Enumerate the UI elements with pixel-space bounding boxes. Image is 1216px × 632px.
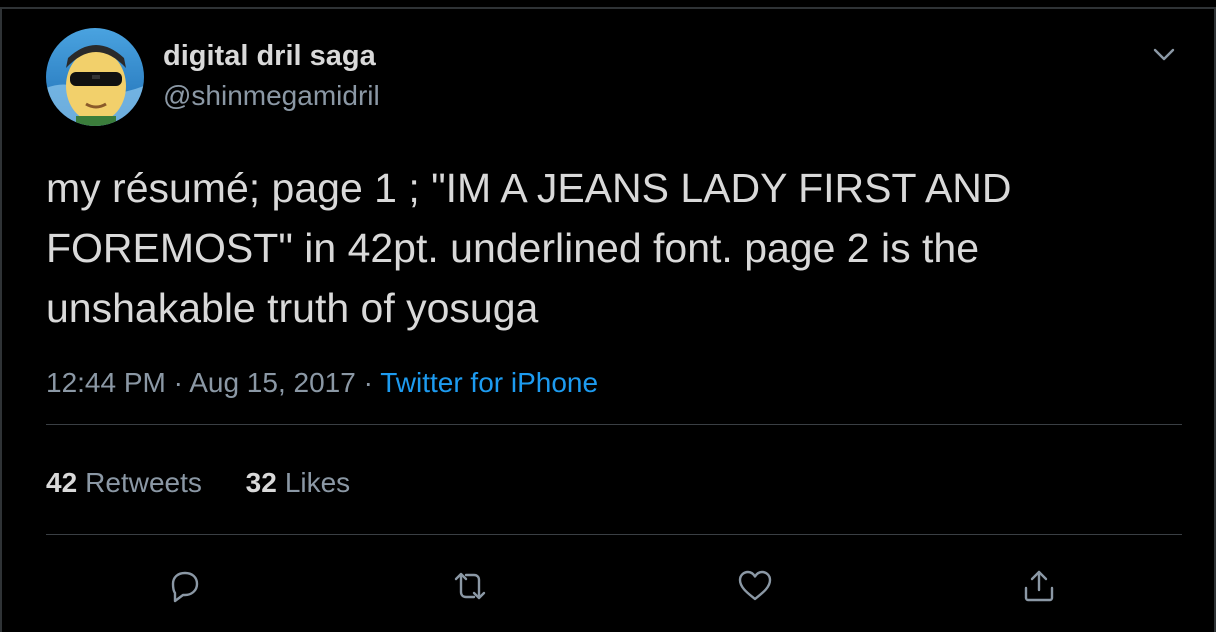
retweets-label: Retweets xyxy=(85,467,202,498)
like-icon[interactable] xyxy=(735,566,775,606)
tweet-stats: 42 Retweets 32 Likes xyxy=(46,467,350,499)
retweet-icon[interactable] xyxy=(450,566,490,606)
meta-separator: · xyxy=(173,367,183,398)
retweets-stat[interactable]: 42 Retweets xyxy=(46,467,202,499)
share-icon[interactable] xyxy=(1019,566,1059,606)
chevron-down-icon[interactable] xyxy=(1150,40,1178,68)
tweet-metadata: 12:44 PM · Aug 15, 2017 · Twitter for iP… xyxy=(46,367,598,399)
divider xyxy=(46,534,1182,535)
likes-stat[interactable]: 32 Likes xyxy=(246,467,351,499)
meta-separator: · xyxy=(363,367,373,398)
tweet-date[interactable]: Aug 15, 2017 xyxy=(189,367,356,398)
likes-count: 32 xyxy=(245,467,277,498)
retweets-count: 42 xyxy=(46,467,78,498)
author-handle[interactable]: @shinmegamidril xyxy=(163,80,380,112)
reply-icon[interactable] xyxy=(165,566,205,606)
frame-top-border xyxy=(0,7,1216,9)
avatar[interactable] xyxy=(46,28,144,126)
likes-label: Likes xyxy=(284,467,351,498)
frame-left-border xyxy=(0,7,2,632)
author-name[interactable]: digital dril saga xyxy=(163,40,376,73)
tweet-source-link[interactable]: Twitter for iPhone xyxy=(380,367,598,398)
tweet-time[interactable]: 12:44 PM xyxy=(46,367,166,398)
tweet-text: my résumé; page 1 ; "IM A JEANS LADY FIR… xyxy=(46,165,1012,331)
divider xyxy=(46,424,1182,425)
